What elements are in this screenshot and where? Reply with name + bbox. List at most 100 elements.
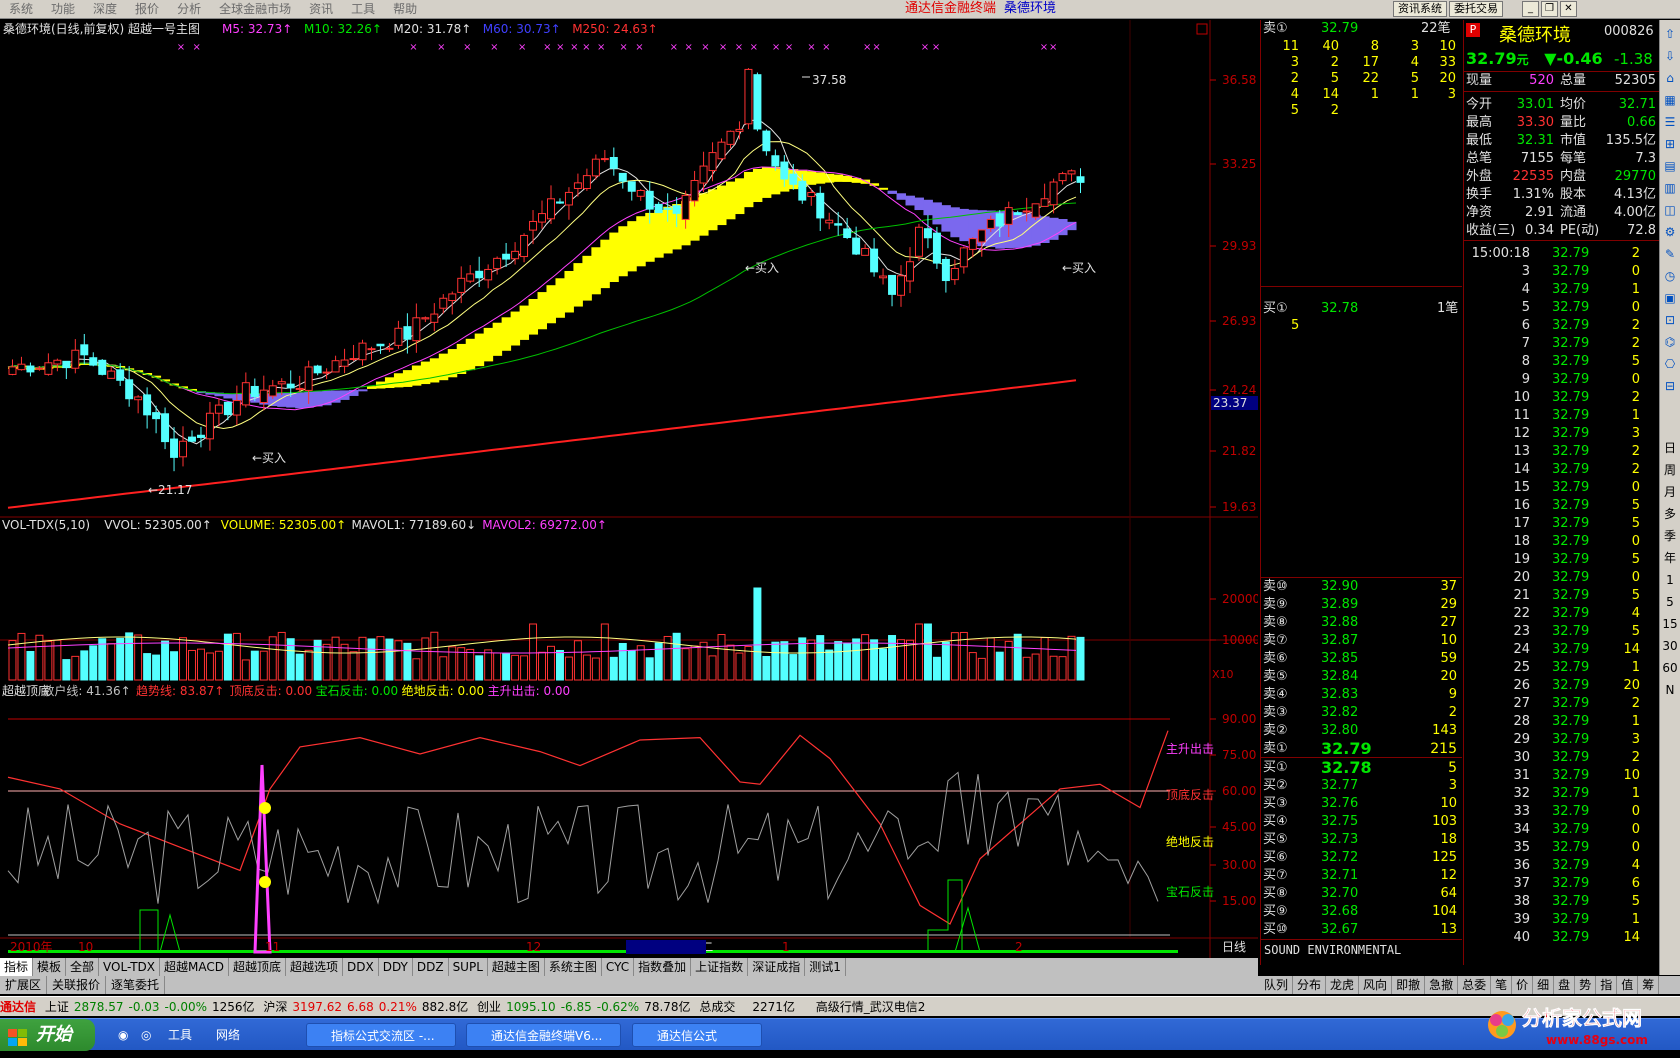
period-5[interactable]: 年 bbox=[1660, 548, 1680, 568]
ext-tab-0[interactable]: 扩展区 bbox=[0, 976, 48, 994]
toolbar-icon-11[interactable]: ◷ bbox=[1662, 268, 1678, 284]
toolbar-icon-12[interactable]: ▣ bbox=[1662, 290, 1678, 306]
info-system-button[interactable]: 资讯系统 bbox=[1393, 1, 1447, 17]
toolbar-icon-1[interactable]: ⇩ bbox=[1662, 48, 1678, 64]
indicator-tab-6[interactable]: 超越选项 bbox=[286, 958, 343, 976]
menu-2[interactable]: 深度 bbox=[84, 0, 126, 18]
toolbar-icon-15[interactable]: ⎔ bbox=[1662, 356, 1678, 372]
panel-tab-3[interactable]: 风向 bbox=[1359, 976, 1393, 994]
ie-icon[interactable]: ◉ bbox=[118, 1025, 128, 1045]
indicator-tab-16[interactable]: 深证成指 bbox=[748, 958, 806, 976]
menu-5[interactable]: 全球金融市场 bbox=[210, 0, 300, 18]
period-10[interactable]: 60 bbox=[1660, 658, 1680, 678]
toolbar-icon-8[interactable]: ◫ bbox=[1662, 202, 1678, 218]
start-button[interactable]: 开始 bbox=[0, 1019, 95, 1051]
market-feed[interactable]: 高级行情_武汉电信2 bbox=[816, 1000, 926, 1014]
panel-tab-12[interactable]: 指 bbox=[1596, 976, 1618, 994]
period-6[interactable]: 1 bbox=[1660, 570, 1680, 590]
period-9[interactable]: 30 bbox=[1660, 636, 1680, 656]
period-8[interactable]: 15 bbox=[1660, 614, 1680, 634]
indicator-tab-5[interactable]: 超越顶底 bbox=[229, 958, 286, 976]
sells-level-6[interactable]: 卖⑤ 32.84 20 bbox=[1261, 668, 1461, 686]
indicator-tab-10[interactable]: SUPL bbox=[449, 958, 488, 976]
indicator-tab-9[interactable]: DDZ bbox=[413, 958, 449, 976]
panel-tab-1[interactable]: 分布 bbox=[1293, 976, 1327, 994]
trade-button[interactable]: 委托交易 bbox=[1449, 1, 1503, 17]
toolbar-icon-3[interactable]: ▦ bbox=[1662, 92, 1678, 108]
toolbar-icon-14[interactable]: ⌬ bbox=[1662, 334, 1678, 350]
indicator-tab-12[interactable]: 系统主图 bbox=[545, 958, 602, 976]
indicator-tab-1[interactable]: 模板 bbox=[33, 958, 67, 976]
panel-tab-5[interactable]: 急撤 bbox=[1425, 976, 1459, 994]
panel-tab-0[interactable]: 队列 bbox=[1260, 976, 1294, 994]
buys-level-9[interactable]: 买⑨ 32.68 104 bbox=[1261, 903, 1461, 921]
period-3[interactable]: 多 bbox=[1660, 504, 1680, 524]
indicator-tab-4[interactable]: 超越MACD bbox=[160, 958, 229, 976]
indicator-tab-11[interactable]: 超越主图 bbox=[488, 958, 545, 976]
toolbar-icon-4[interactable]: ☰ bbox=[1662, 114, 1678, 130]
toolbar-icon-7[interactable]: ▥ bbox=[1662, 180, 1678, 196]
panel-tab-14[interactable]: 筹 bbox=[1638, 976, 1660, 994]
toolbar-icon-5[interactable]: ⊞ bbox=[1662, 136, 1678, 152]
sells-level-10[interactable]: 卖① 32.79 215 bbox=[1261, 740, 1461, 758]
menu-4[interactable]: 分析 bbox=[168, 0, 210, 18]
indicator-tab-14[interactable]: 指数叠加 bbox=[634, 958, 692, 976]
sells-level-8[interactable]: 卖③ 32.82 2 bbox=[1261, 704, 1461, 722]
indicator-tab-15[interactable]: 上证指数 bbox=[691, 958, 749, 976]
buys-level-7[interactable]: 买⑦ 32.71 12 bbox=[1261, 867, 1461, 885]
buys-level-3[interactable]: 买③ 32.76 10 bbox=[1261, 795, 1461, 813]
panel-tab-13[interactable]: 值 bbox=[1617, 976, 1639, 994]
toolbar-icon-9[interactable]: ⚙ bbox=[1662, 224, 1678, 240]
taskbar-item-2[interactable]: 通达信公式 bbox=[632, 1023, 762, 1047]
sells-level-2[interactable]: 卖⑨ 32.89 29 bbox=[1261, 596, 1461, 614]
quick-launch-icon[interactable]: ◎ bbox=[141, 1025, 151, 1045]
sells-level-9[interactable]: 卖② 32.80 143 bbox=[1261, 722, 1461, 740]
period-4[interactable]: 季 bbox=[1660, 526, 1680, 546]
period-0[interactable]: 日 bbox=[1660, 438, 1680, 458]
menu-0[interactable]: 系统 bbox=[0, 0, 42, 18]
panel-tab-8[interactable]: 价 bbox=[1512, 976, 1534, 994]
indicator-tab-8[interactable]: DDY bbox=[379, 958, 413, 976]
buys-level-6[interactable]: 买⑥ 32.72 125 bbox=[1261, 849, 1461, 867]
indicator-tab-7[interactable]: DDX bbox=[343, 958, 379, 976]
sells-level-4[interactable]: 卖⑦ 32.87 10 bbox=[1261, 632, 1461, 650]
tools-menu[interactable]: 工具 bbox=[168, 1025, 192, 1045]
ext-tab-1[interactable]: 关联报价 bbox=[47, 976, 107, 994]
sells-level-3[interactable]: 卖⑧ 32.88 27 bbox=[1261, 614, 1461, 632]
panel-tab-2[interactable]: 龙虎 bbox=[1326, 976, 1360, 994]
taskbar-item-1[interactable]: 通达信金融终端V6... bbox=[466, 1023, 621, 1047]
ext-tab-2[interactable]: 逐笔委托 bbox=[106, 976, 166, 994]
toolbar-icon-16[interactable]: ⊟ bbox=[1662, 378, 1678, 394]
chart-area[interactable]: 36.58 33.25 29.93 26.93 24.24 21.82 19.63 23.37… bbox=[0, 20, 1260, 965]
buys-level-10[interactable]: 买⑩ 32.67 13 bbox=[1261, 921, 1461, 939]
sells-level-7[interactable]: 卖④ 32.83 9 bbox=[1261, 686, 1461, 704]
indicator-tab-3[interactable]: VOL-TDX bbox=[99, 958, 160, 976]
indicator-tab-0[interactable]: 指标 bbox=[0, 958, 34, 976]
buys-level-5[interactable]: 买⑤ 32.73 18 bbox=[1261, 831, 1461, 849]
period-2[interactable]: 月 bbox=[1660, 482, 1680, 502]
panel-tab-7[interactable]: 笔 bbox=[1491, 976, 1513, 994]
panel-tab-11[interactable]: 势 bbox=[1575, 976, 1597, 994]
buys-level-1[interactable]: 买① 32.78 5 bbox=[1261, 759, 1461, 777]
restore-icon[interactable]: ❐ bbox=[1541, 1, 1558, 17]
period-7[interactable]: 5 bbox=[1660, 592, 1680, 612]
sells-level-5[interactable]: 卖⑥ 32.85 59 bbox=[1261, 650, 1461, 668]
indicator-tab-2[interactable]: 全部 bbox=[66, 958, 100, 976]
menu-7[interactable]: 工具 bbox=[342, 0, 384, 18]
toolbar-icon-0[interactable]: ⇧ bbox=[1662, 26, 1678, 42]
toolbar-icon-6[interactable]: ▤ bbox=[1662, 158, 1678, 174]
buys-level-8[interactable]: 买⑧ 32.70 64 bbox=[1261, 885, 1461, 903]
menu-1[interactable]: 功能 bbox=[42, 0, 84, 18]
toolbar-icon-2[interactable]: ⌂ bbox=[1662, 70, 1678, 86]
close-icon[interactable]: ✕ bbox=[1560, 1, 1577, 17]
menu-6[interactable]: 资讯 bbox=[300, 0, 342, 18]
panel-tab-4[interactable]: 即撤 bbox=[1392, 976, 1426, 994]
period-11[interactable]: N bbox=[1660, 680, 1680, 700]
buys-level-4[interactable]: 买④ 32.75 103 bbox=[1261, 813, 1461, 831]
toolbar-icon-10[interactable]: ✎ bbox=[1662, 246, 1678, 262]
period-1[interactable]: 周 bbox=[1660, 460, 1680, 480]
sells-level-1[interactable]: 卖⑩ 32.90 37 bbox=[1261, 578, 1461, 596]
network-menu[interactable]: 网络 bbox=[216, 1025, 240, 1045]
panel-tab-6[interactable]: 总委 bbox=[1458, 976, 1492, 994]
menu-3[interactable]: 报价 bbox=[126, 0, 168, 18]
